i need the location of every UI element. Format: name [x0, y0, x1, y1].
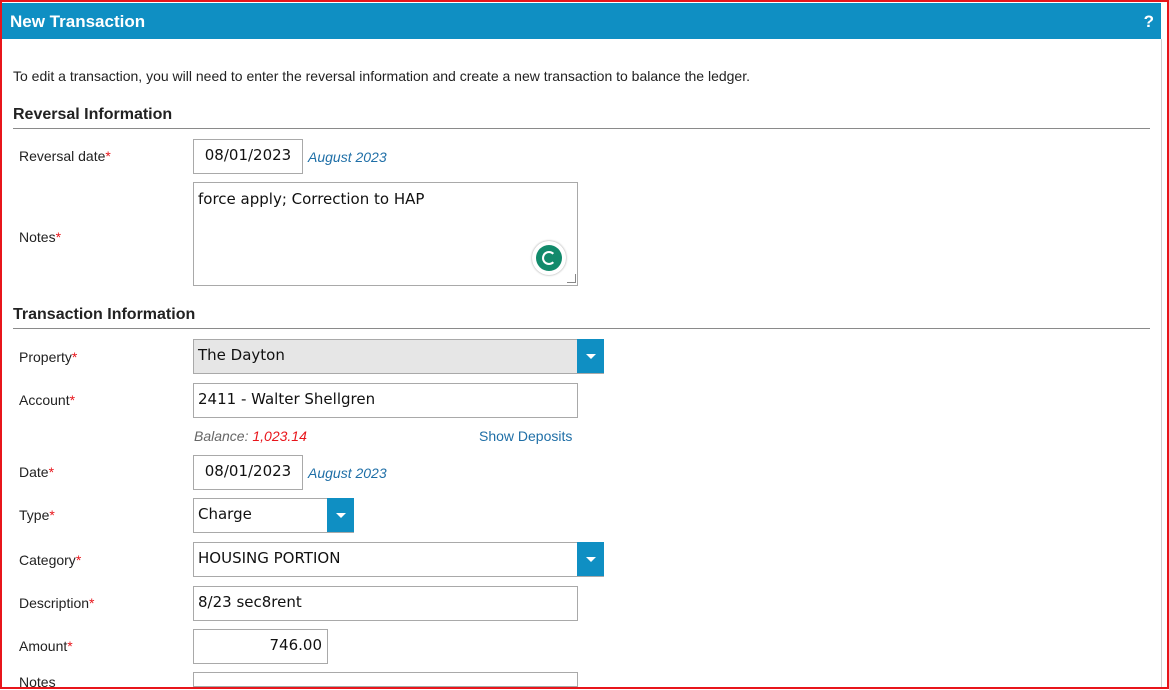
reversal-notes-textarea[interactable]: force apply; Correction to HAP	[193, 182, 578, 286]
category-label: Category*	[19, 552, 82, 568]
description-label: Description*	[19, 595, 95, 611]
transaction-notes-label: Notes	[19, 674, 56, 690]
balance-amount: 1,023.14	[252, 428, 307, 444]
property-label: Property*	[19, 349, 78, 365]
intro-text: To edit a transaction, you will need to …	[13, 68, 750, 84]
property-select[interactable]: The Dayton	[193, 339, 604, 374]
reversal-date-input[interactable]: 08/01/2023	[193, 139, 303, 174]
account-label: Account*	[19, 392, 76, 408]
amount-input[interactable]: 746.00	[193, 629, 328, 664]
amount-label: Amount*	[19, 638, 73, 654]
reversal-section-heading: Reversal Information	[13, 106, 1150, 129]
date-input[interactable]: 08/01/2023	[193, 455, 303, 490]
chevron-down-icon[interactable]	[577, 339, 604, 373]
category-select[interactable]: HOUSING PORTION	[193, 542, 604, 577]
category-select-value: HOUSING PORTION	[198, 549, 341, 567]
date-label: Date*	[19, 464, 55, 480]
help-button[interactable]: ?	[1144, 12, 1154, 32]
date-period: August 2023	[308, 465, 387, 481]
type-select[interactable]: Charge	[193, 498, 354, 533]
chevron-down-icon[interactable]	[327, 498, 354, 532]
description-input[interactable]: 8/23 sec8rent	[193, 586, 578, 621]
transaction-notes-textarea[interactable]	[193, 672, 578, 687]
property-select-value: The Dayton	[198, 346, 285, 364]
reversal-date-period: August 2023	[308, 149, 387, 165]
resize-handle-icon[interactable]	[567, 274, 576, 283]
reversal-notes-label: Notes*	[19, 229, 62, 245]
type-label: Type*	[19, 507, 55, 523]
show-deposits-link[interactable]: Show Deposits	[479, 428, 572, 444]
type-select-value: Charge	[198, 505, 252, 523]
reversal-date-label: Reversal date*	[19, 148, 111, 164]
grammarly-icon[interactable]	[532, 241, 566, 275]
scrollbar-edge	[1161, 39, 1162, 687]
transaction-section-heading: Transaction Information	[13, 306, 1150, 329]
chevron-down-icon[interactable]	[577, 542, 604, 576]
account-input[interactable]: 2411 - Walter Shellgren	[193, 383, 578, 418]
balance-display: Balance: 1,023.14	[194, 428, 307, 444]
title-bar: New Transaction ?	[2, 3, 1161, 39]
window-title: New Transaction	[10, 12, 146, 31]
